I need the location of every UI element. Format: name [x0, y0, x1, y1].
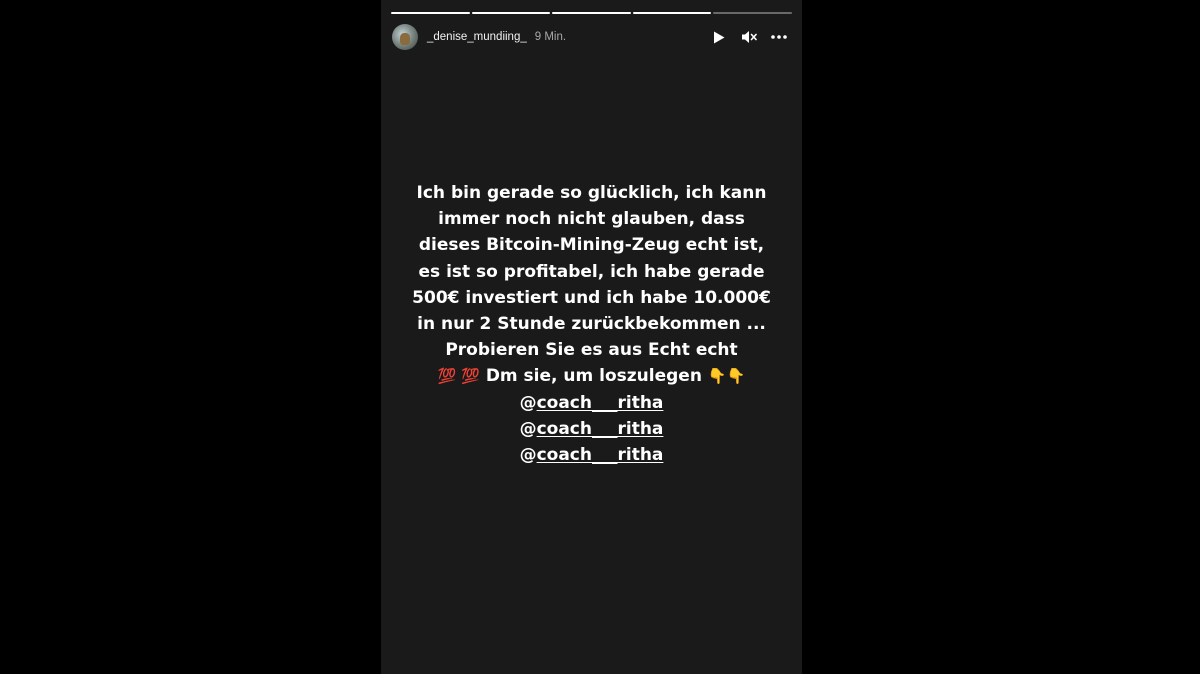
mention-handle: coach___ritha [536, 445, 664, 466]
story-line-3: dieses Bitcoin-Mining-Zeug echt ist, [418, 235, 765, 256]
mention-link[interactable]: @coach___ritha [381, 442, 802, 468]
story-progress-bar [391, 12, 792, 14]
mention-at: @ [519, 418, 537, 439]
progress-segment-3 [552, 12, 631, 14]
mention-at: @ [519, 392, 537, 413]
story-line-1: Ich bin gerade so glücklich, ich kann [416, 183, 767, 203]
story-header: _denise_mundiing_ 9 Min. [392, 24, 788, 50]
progress-fill-4 [632, 12, 712, 14]
story-line-4: es ist so profitabel, ich habe gerade [418, 261, 765, 282]
story-line-6: in nur 2 Stunde zurückbekommen ... [417, 314, 766, 335]
story-viewer[interactable]: _denise_mundiing_ 9 Min. Ich bin gerade … [381, 0, 802, 674]
story-line-5: 500€ investiert und ich habe 10.000€ [412, 287, 771, 308]
mention-at: @ [519, 445, 537, 466]
timestamp: 9 Min. [534, 31, 567, 43]
progress-segment-5 [713, 12, 792, 14]
progress-segment-4 [632, 12, 712, 14]
mention-handle: coach___ritha [536, 392, 664, 413]
story-text: Ich bin gerade so glücklich, ich kann im… [381, 180, 802, 468]
story-cta-text: Dm sie, um loszulegen [485, 366, 702, 387]
progress-fill-2 [471, 12, 551, 14]
mention-link[interactable]: @coach___ritha [381, 416, 802, 442]
speaker-muted-icon[interactable] [740, 28, 758, 46]
mention-link[interactable]: @coach___ritha [381, 390, 802, 416]
story-cta-line: 💯 💯 Dm sie, um loszulegen 👇👇 [381, 363, 802, 389]
avatar[interactable] [392, 24, 418, 50]
mention-handle: coach___ritha [536, 418, 664, 439]
progress-fill-1 [391, 12, 470, 14]
play-icon[interactable] [710, 28, 728, 46]
progress-segment-2 [471, 12, 551, 14]
story-line-7: Probieren Sie es aus Echt echt [445, 340, 738, 361]
more-options-icon[interactable] [770, 28, 788, 46]
hundred-points-emoji: 💯 💯 [437, 367, 480, 386]
progress-fill-3 [552, 12, 631, 14]
pointing-down-emoji: 👇👇 [707, 367, 746, 386]
story-controls [710, 28, 788, 46]
progress-segment-1 [391, 12, 470, 14]
story-line-2: immer noch nicht glauben, dass [438, 209, 745, 230]
username[interactable]: _denise_mundiing_ [427, 31, 527, 43]
